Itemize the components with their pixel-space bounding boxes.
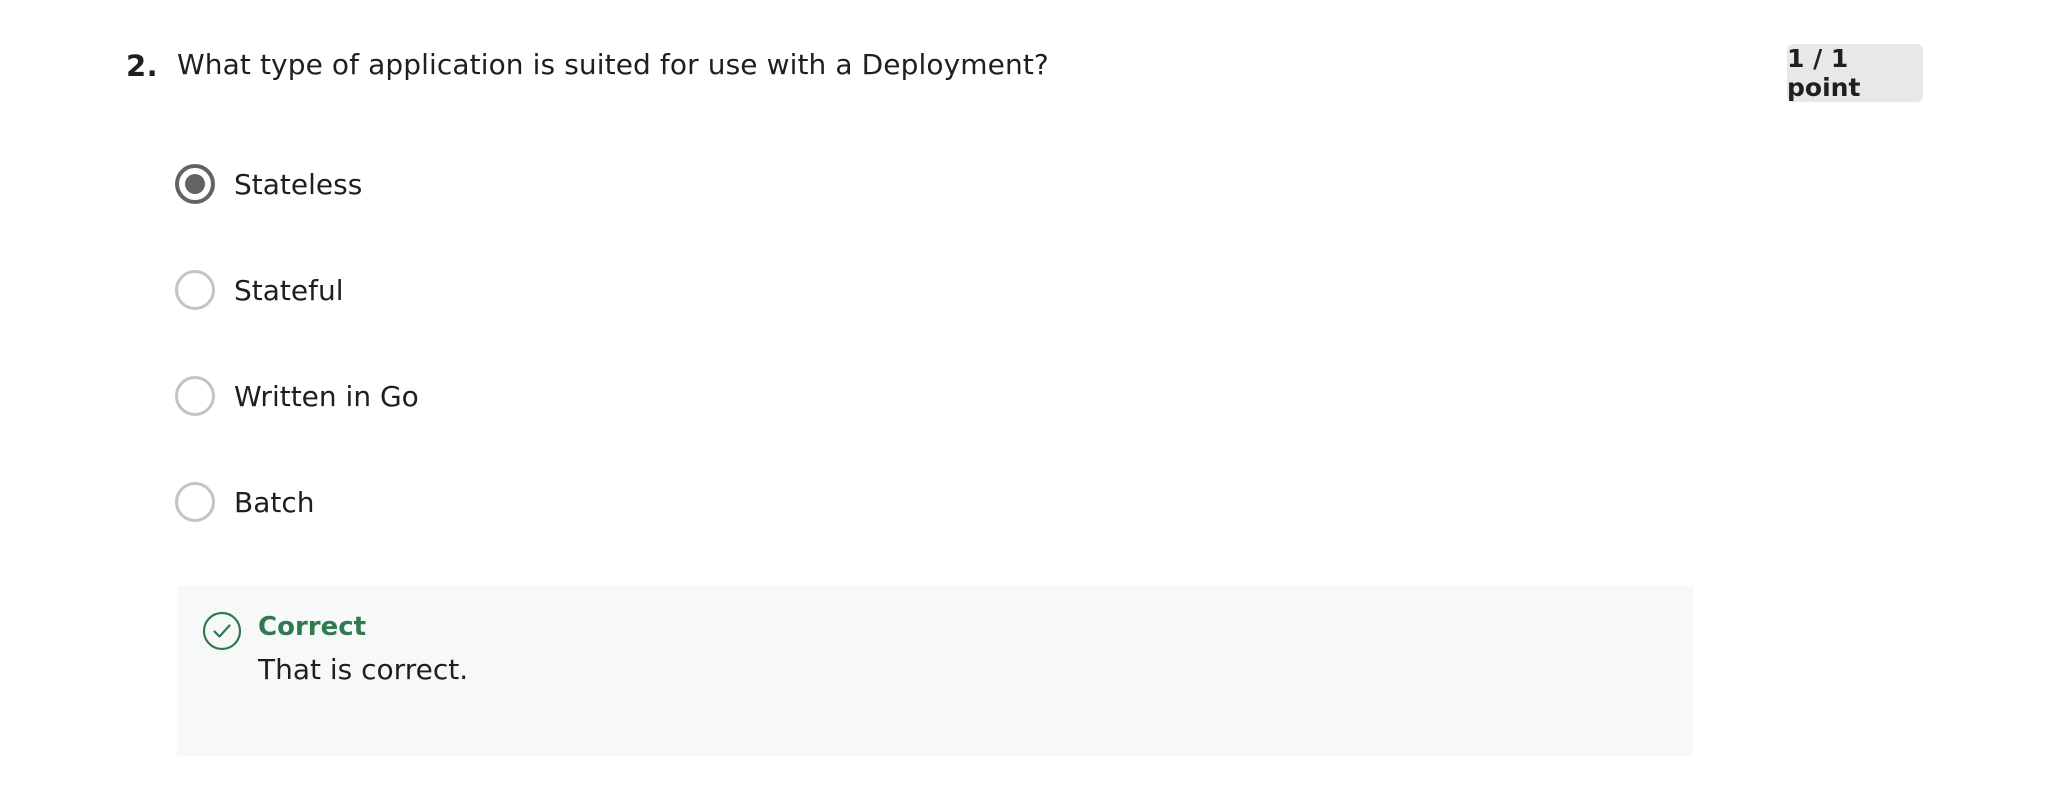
option-batch[interactable]: Batch bbox=[175, 480, 775, 524]
option-label: Batch bbox=[234, 485, 315, 519]
feedback-status: Correct bbox=[258, 612, 367, 642]
option-stateless[interactable]: Stateless bbox=[175, 162, 775, 206]
quiz-question: 2. What type of application is suited fo… bbox=[0, 0, 2048, 786]
question-number: 2. bbox=[126, 49, 159, 83]
points-badge: 1 / 1 point bbox=[1787, 44, 1923, 102]
option-label: Stateless bbox=[234, 167, 363, 201]
option-written-in-go[interactable]: Written in Go bbox=[175, 374, 775, 418]
radio-button[interactable] bbox=[175, 482, 215, 522]
option-label: Stateful bbox=[234, 273, 344, 307]
option-label: Written in Go bbox=[234, 379, 419, 413]
radio-button[interactable] bbox=[175, 270, 215, 310]
radio-button[interactable] bbox=[175, 164, 215, 204]
check-circle-icon bbox=[202, 611, 242, 651]
feedback-message: That is correct. bbox=[258, 653, 469, 686]
feedback-panel: Correct That is correct. bbox=[177, 586, 1693, 756]
radio-button[interactable] bbox=[175, 376, 215, 416]
question-text: What type of application is suited for u… bbox=[177, 48, 1049, 81]
option-stateful[interactable]: Stateful bbox=[175, 268, 775, 312]
